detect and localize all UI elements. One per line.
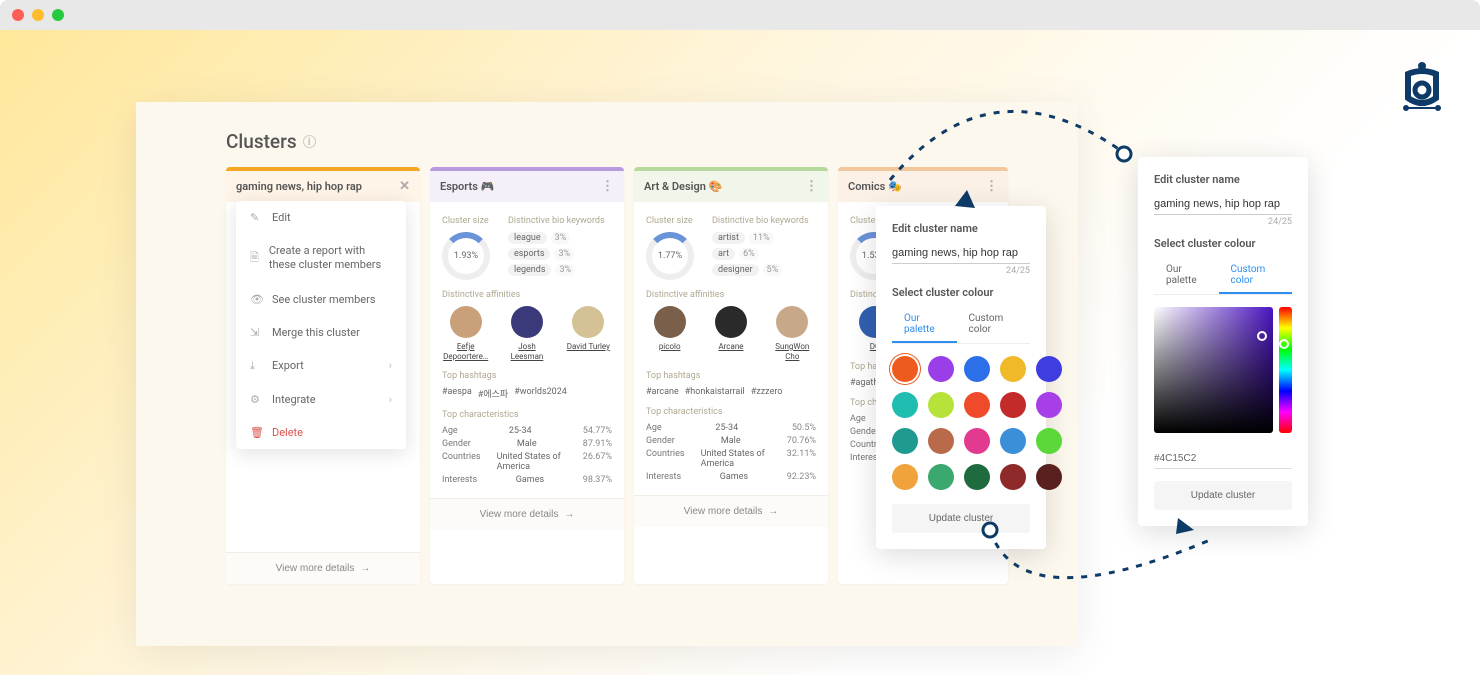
cluster-column-1: Esports 🎮 ⋮ Cluster size 1.93% Distincti… xyxy=(430,167,624,584)
swatch[interactable] xyxy=(1036,356,1062,382)
cluster-actions-menu: ✎Edit 🗎Create a report with these cluste… xyxy=(236,201,406,449)
pencil-icon: ✎ xyxy=(250,211,262,224)
edit-name-label: Edit cluster name xyxy=(892,222,1030,235)
kebab-icon[interactable]: ⋮ xyxy=(601,179,614,194)
menu-delete[interactable]: 🗑Delete xyxy=(236,416,406,449)
cluster-column-2: Art & Design 🎨 ⋮ Cluster size1.77% Disti… xyxy=(634,167,828,584)
trash-icon: 🗑 xyxy=(250,426,262,439)
cluster-column-0: gaming news, hip hop rap ✕ View more det… xyxy=(226,167,420,584)
swatch[interactable] xyxy=(1036,464,1062,490)
swatch[interactable] xyxy=(1000,464,1026,490)
brand-logo xyxy=(1400,60,1444,118)
swatch[interactable] xyxy=(928,464,954,490)
select-colour-label: Select cluster colour xyxy=(892,286,1030,299)
edit-name-label: Edit cluster name xyxy=(1154,173,1292,186)
maximize-window-icon[interactable] xyxy=(52,9,64,21)
window-titlebar xyxy=(0,0,1480,30)
swatch[interactable] xyxy=(964,464,990,490)
cluster-title: gaming news, hip hop rap xyxy=(236,180,362,193)
swatch[interactable] xyxy=(928,428,954,454)
document-icon: 🗎 xyxy=(250,249,259,268)
hex-input[interactable] xyxy=(1154,449,1292,469)
swatch[interactable] xyxy=(928,392,954,418)
cluster-size-chart: 1.77% xyxy=(646,232,694,280)
affinity-item[interactable]: picolo xyxy=(646,306,693,361)
affinity-item[interactable]: SungWon Cho xyxy=(769,306,816,361)
cluster-title: Esports 🎮 xyxy=(440,180,494,193)
view-more-button[interactable]: View more details → xyxy=(226,552,420,584)
keyword-list: league3% esports3% legends3% xyxy=(508,232,605,276)
bio-keywords-label: Distinctive bio keywords xyxy=(508,216,605,226)
edit-cluster-popup-palette: Edit cluster name 24/25 Select cluster c… xyxy=(876,206,1046,549)
swatch[interactable] xyxy=(892,428,918,454)
cluster-size-chart: 1.93% xyxy=(442,232,490,280)
tab-custom-color[interactable]: Custom color xyxy=(1219,258,1293,294)
affinity-item[interactable]: Josh Leesman xyxy=(503,306,550,361)
hue-slider[interactable] xyxy=(1279,307,1292,433)
menu-integrate[interactable]: ⚙Integrate xyxy=(236,383,406,416)
affinity-item[interactable]: Eefje Depoortere… xyxy=(442,306,489,361)
swatch[interactable] xyxy=(892,392,918,418)
swatch[interactable] xyxy=(1000,392,1026,418)
select-colour-label: Select cluster colour xyxy=(1154,237,1292,250)
tab-custom-color[interactable]: Custom color xyxy=(957,307,1031,343)
kebab-icon[interactable]: ⋮ xyxy=(805,179,818,194)
swatch[interactable] xyxy=(964,356,990,382)
swatch[interactable] xyxy=(964,428,990,454)
swatch[interactable] xyxy=(892,464,918,490)
merge-icon: ⇲ xyxy=(250,326,262,339)
download-icon: ⤓ xyxy=(250,359,262,373)
color-picker-area[interactable] xyxy=(1154,307,1273,433)
cluster-title: Art & Design 🎨 xyxy=(644,180,722,193)
view-more-label: View more details xyxy=(276,563,355,574)
swatch[interactable] xyxy=(1000,356,1026,382)
color-swatches xyxy=(892,356,1030,490)
view-more-button[interactable]: View more details → xyxy=(430,498,624,530)
view-more-button[interactable]: View more details → xyxy=(634,495,828,527)
characteristics-label: Top characteristics xyxy=(442,410,612,420)
char-counter: 24/25 xyxy=(1154,217,1292,227)
close-icon[interactable]: ✕ xyxy=(399,179,410,194)
swatch[interactable] xyxy=(1000,428,1026,454)
cluster-size-label: Cluster size xyxy=(442,216,490,226)
cluster-name-input[interactable] xyxy=(892,243,1030,264)
annotation-arrow xyxy=(960,500,1240,630)
affinities-label: Distinctive affinities xyxy=(442,290,612,300)
affinity-item[interactable]: David Turley xyxy=(565,306,612,361)
menu-see-members[interactable]: 👁See cluster members xyxy=(236,283,406,316)
hashtags-label: Top hashtags xyxy=(442,371,612,381)
info-icon[interactable]: i xyxy=(303,135,316,148)
swatch[interactable] xyxy=(1036,428,1062,454)
edit-cluster-popup-custom: Edit cluster name 24/25 Select cluster c… xyxy=(1138,157,1308,526)
affinity-item[interactable]: Arcane xyxy=(707,306,754,361)
menu-edit[interactable]: ✎Edit xyxy=(236,201,406,234)
tab-our-palette[interactable]: Our palette xyxy=(892,307,957,343)
menu-export[interactable]: ⤓Export xyxy=(236,349,406,383)
eye-icon: 👁 xyxy=(250,293,262,306)
menu-merge[interactable]: ⇲Merge this cluster xyxy=(236,316,406,349)
swatch[interactable] xyxy=(892,356,918,382)
minimize-window-icon[interactable] xyxy=(32,9,44,21)
cluster-name-input[interactable] xyxy=(1154,194,1292,215)
swatch[interactable] xyxy=(928,356,954,382)
swatch[interactable] xyxy=(964,392,990,418)
gear-icon: ⚙ xyxy=(250,393,262,406)
page-title-text: Clusters xyxy=(226,130,297,153)
close-window-icon[interactable] xyxy=(12,9,24,21)
menu-create-report[interactable]: 🗎Create a report with these cluster memb… xyxy=(236,234,406,283)
char-counter: 24/25 xyxy=(892,266,1030,276)
swatch[interactable] xyxy=(1036,392,1062,418)
annotation-arrow xyxy=(870,80,1150,220)
tab-our-palette[interactable]: Our palette xyxy=(1154,258,1219,294)
